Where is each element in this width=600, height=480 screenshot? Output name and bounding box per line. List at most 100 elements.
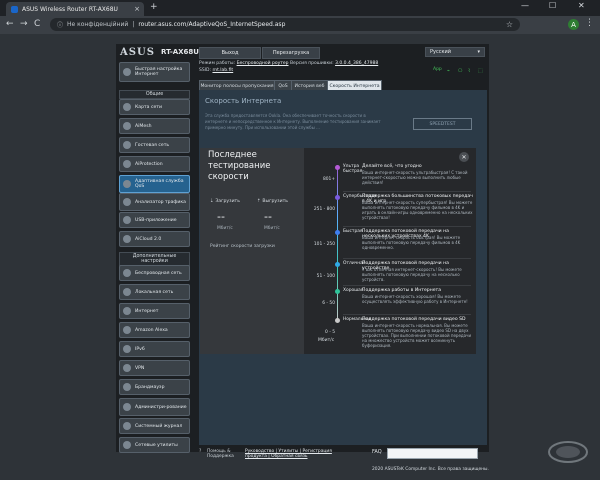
sidebar-item-vpn[interactable]: VPN [119,360,190,376]
sidebar-item-label: Брандмауэр [135,384,165,390]
bookmark-star-icon[interactable]: ☆ [506,20,513,29]
sidebar-item-label: Системный журнал [135,423,183,429]
close-window-button[interactable]: ✕ [578,1,585,10]
sidebar-item-ipv6[interactable]: IPv6 [119,341,190,357]
level-name: Ультра быстрая [343,164,363,174]
quick-setup-button[interactable]: Быстрая настройка Интернет [119,62,190,82]
fw-value[interactable]: 3.0.0.4_386_47988 [335,61,378,66]
level-divider [343,314,471,315]
help-icon: ? [199,449,202,454]
level-description: У вас отличная интернет-скорость! Вы мож… [362,267,462,282]
level-name: Хорошая [343,288,364,293]
qos-icon [123,180,131,188]
sidebar-item-label: Интернет [135,308,159,314]
minimize-button[interactable]: — [521,1,529,10]
level-title: Поддержка потоковой передачи видео SD [362,317,466,322]
upload-unit: Мбит/с [264,226,280,231]
sidebar-item-alexa[interactable]: Amazon Alexa [119,322,190,338]
sidebar-item-label: Администри-рование [135,404,187,410]
profile-avatar[interactable]: A [568,19,579,30]
sidebar-item-label: Гостевая сеть [135,142,170,148]
sidebar-item-wireless[interactable]: Беспроводная сеть [119,265,190,281]
sidebar-item-label: AiCloud 2.0 [135,236,162,242]
chevron-down-icon: ▾ [477,49,480,55]
sidebar-item-network-tools[interactable]: Сетевые утилиты [119,437,190,453]
firewall-icon [123,383,131,391]
tools-icon [123,441,131,449]
sidebar-item-aimesh[interactable]: AiMesh [119,118,190,134]
wifi-status-icon[interactable]: ⌇ [468,68,475,74]
warning-icon: ⓘ [57,22,64,29]
level-divider [343,285,471,286]
admin-icon [123,403,131,411]
help-support-label: Помощь & Поддержка [207,449,234,459]
language-value: Русский [430,49,451,55]
network-status-icon[interactable]: ⎔ [458,68,465,74]
separator: | [132,21,135,28]
speed-range-label: 101 - 250 [313,242,335,247]
general-header: Общие [119,90,190,99]
tab-close-icon[interactable]: × [134,5,140,13]
browser-menu-icon[interactable]: ⋮ [585,18,594,28]
sidebar-item-network-map[interactable]: Карта сети [119,99,190,115]
speed-range-label: 801+ [322,177,335,182]
traffic-analyzer-icon [123,198,131,206]
level-dot-icon [335,289,340,294]
close-icon[interactable]: ✕ [459,152,469,162]
maximize-button[interactable]: ☐ [549,1,556,10]
router-model: RT-AX68U [161,48,199,56]
url-text: router.asus.com/AdaptiveQoS_InternetSpee… [138,21,286,28]
globe-icon [123,307,131,315]
browser-tab[interactable]: ASUS Wireless Router RT-AX68U × [6,2,144,16]
quick-setup-label: Быстрая настройка Интернет [135,67,183,77]
sidebar-item-guest-network[interactable]: Гостевая сеть [119,137,190,153]
sidebar-item-usb-app[interactable]: USB-приложение [119,212,190,228]
level-divider [343,226,471,227]
back-button[interactable]: ← [6,19,14,29]
forward-button[interactable]: → [20,19,28,29]
fw-label: Версия прошивки: [289,61,334,66]
shield-icon [123,160,131,168]
upload-label-text: Выгрузить [262,199,288,204]
sidebar-item-aicloud[interactable]: AiCloud 2.0 [119,231,190,247]
sidebar-item-label: Анализатор трафика [135,199,186,205]
sidebar-item-label: Адаптивная служба QoS [135,179,184,189]
faq-label: FAQ [372,449,382,455]
logout-button[interactable]: Выход [199,47,261,59]
internet-status-icon[interactable]: ⬚ [478,68,485,74]
mode-label: Режим работы: [199,61,236,66]
sidebar-item-adaptive-qos[interactable]: Адаптивная служба QoS [119,175,190,193]
level-name: Быстрая [343,229,363,234]
faq-search-input[interactable] [387,448,478,459]
level-name: Отличная [343,261,366,266]
sidebar-item-wan[interactable]: Интернет [119,303,190,319]
guest-network-icon [123,141,131,149]
level-dot-icon [335,195,340,200]
sidebar-item-traffic-analyzer[interactable]: Анализатор трафика [119,193,190,211]
reload-button[interactable]: C [34,19,40,29]
sidebar-item-administration[interactable]: Администри-рование [119,398,190,416]
usb-status-icon[interactable]: ⌁ [447,68,454,74]
asus-logo: ASUS [120,47,155,58]
footer-links[interactable]: Руководство | Утилиты | Регистрация прод… [245,449,337,459]
new-tab-button[interactable]: + [150,2,158,12]
sidebar-item-system-log[interactable]: Системный журнал [119,418,190,434]
ssid-value[interactable]: rnt.lab.fit [212,68,233,73]
sidebar-item-firewall[interactable]: Брандмауэр [119,379,190,395]
mode-value[interactable]: Беспроводной роутер [237,61,289,66]
sidebar-item-aiprotection[interactable]: AiProtection [119,156,190,172]
reboot-button[interactable]: Перезагрузка [262,47,320,59]
speed-range-label: 51 - 100 [316,274,335,279]
address-bar[interactable]: ⓘ Не конфіденційний | router.asus.com/Ad… [50,18,520,31]
network-map-icon [123,103,131,111]
footer-links-text[interactable]: Руководство | Утилиты | Регистрация прод… [245,449,332,459]
sidebar-item-label: Локальная сеть [135,289,174,295]
language-select[interactable]: Русский ▾ [425,47,485,57]
page-title: Скорость Интернета [205,97,282,105]
app-label[interactable]: App [433,67,442,72]
aimesh-icon [123,122,131,130]
not-secure-label: Не конфіденційний [67,21,129,28]
level-dot-icon [335,262,340,267]
sidebar-item-label: Сетевые утилиты [135,442,178,448]
sidebar-item-lan[interactable]: Локальная сеть [119,284,190,300]
